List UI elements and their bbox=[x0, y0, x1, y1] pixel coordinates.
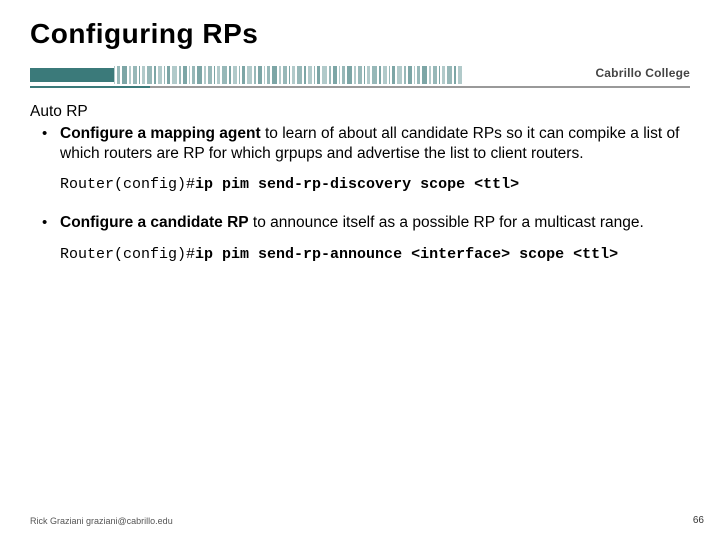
bullet-text: to announce itself as a possible RP for … bbox=[249, 214, 644, 231]
code-block-announce: Router(config)#ip pim send-rp-announce <… bbox=[60, 245, 690, 264]
bullet-bold: Configure a candidate RP bbox=[60, 214, 249, 231]
slide-title: Configuring RPs bbox=[30, 18, 690, 50]
code-command: ip pim send-rp-discovery scope <ttl> bbox=[195, 176, 519, 193]
accent-box bbox=[30, 68, 114, 82]
subheading: Auto RP bbox=[30, 102, 690, 122]
code-prompt: Router(config)# bbox=[60, 246, 195, 263]
barcode-graphic bbox=[114, 66, 498, 84]
code-prompt: Router(config)# bbox=[60, 176, 195, 193]
college-label: Cabrillo College bbox=[595, 66, 690, 80]
code-block-discovery: Router(config)#ip pim send-rp-discovery … bbox=[60, 175, 690, 194]
horizontal-rule bbox=[30, 86, 690, 88]
page-number: 66 bbox=[693, 515, 704, 526]
bullet-mapping-agent: Configure a mapping agent to learn of ab… bbox=[30, 124, 690, 164]
bullet-bold: Configure a mapping agent bbox=[60, 125, 261, 142]
code-command: ip pim send-rp-announce <interface> scop… bbox=[195, 246, 618, 263]
footer-text: Rick Graziani graziani@cabrillo.edu bbox=[30, 516, 173, 526]
slide: Configuring RPs Cabrillo College Auto RP… bbox=[0, 0, 720, 540]
bullet-candidate-rp: Configure a candidate RP to announce its… bbox=[30, 213, 690, 233]
content-area: Auto RP Configure a mapping agent to lea… bbox=[30, 102, 690, 264]
divider-bar: Cabrillo College bbox=[30, 64, 690, 88]
